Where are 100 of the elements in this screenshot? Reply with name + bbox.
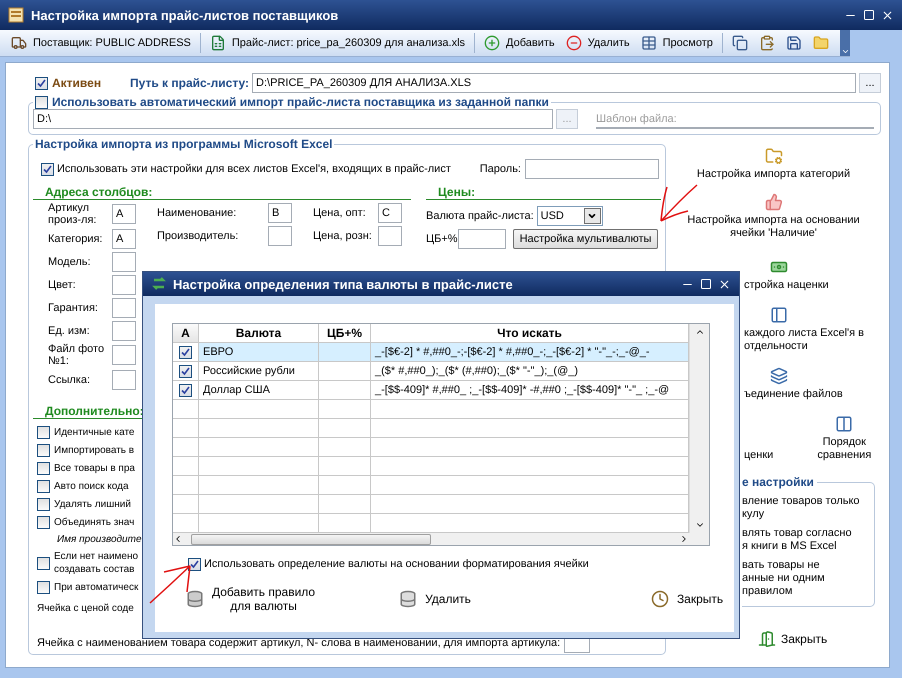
column-field[interactable] xyxy=(112,298,136,318)
checkbox[interactable] xyxy=(188,558,201,571)
checkbox[interactable] xyxy=(37,556,50,570)
checkbox-label: Если нет наимено создавать состав xyxy=(54,550,138,576)
column-field[interactable]: A xyxy=(112,204,136,224)
folder-gear-icon xyxy=(764,147,782,165)
field-label: Гарантия: xyxy=(48,302,99,314)
field-label: Файл фото №1: xyxy=(48,343,106,367)
table-cell: ЕВРО xyxy=(199,343,319,362)
grid-row[interactable]: ЕВРО _-[$€-2] * #,##0_-;-[$€-2] * #,##0_-;_-[$€-2] * "-"_-;_-@_- xyxy=(173,343,689,362)
maximize-icon[interactable] xyxy=(863,8,875,20)
column-field[interactable] xyxy=(112,370,136,390)
checkbox[interactable] xyxy=(37,462,50,475)
checkbox[interactable] xyxy=(35,96,48,108)
field-label: Артикул произ-ля: xyxy=(48,202,98,226)
action-button[interactable]: ценки xyxy=(742,447,776,464)
toolbar-button[interactable]: Удалить xyxy=(560,33,635,53)
folder-icon xyxy=(812,35,829,51)
table-cell xyxy=(319,343,371,362)
path-field[interactable]: D:\PRICE_PA_260309 ДЛЯ АНАЛИЗА.XLS xyxy=(252,73,856,93)
dialog-button[interactable]: Закрыть xyxy=(650,590,724,608)
section-title: Адреса столбцов: xyxy=(33,185,411,200)
action-button[interactable]: Порядок сравнения xyxy=(815,413,874,464)
checkbox[interactable] xyxy=(37,480,50,493)
close-icon[interactable] xyxy=(881,8,894,22)
column-field[interactable] xyxy=(112,252,136,272)
checkbox-label: Авто поиск кода xyxy=(54,480,129,493)
empty-cell xyxy=(319,438,371,457)
table-cell: _-[$$-409]* #,##0_ ;_-[$$-409]* -#,##0 ;_-[$$-409]* "-"_ ;_-@ xyxy=(371,381,689,400)
toolbar-button[interactable]: Добавить xyxy=(479,33,560,53)
empty-cell xyxy=(319,457,371,476)
grid-row[interactable]: Доллар США _-[$$-409]* #,##0_ ;_-[$$-409]* -#,##0 ;_-[$$-409]* "-"_ ;_-@ xyxy=(173,381,689,400)
close-icon[interactable] xyxy=(718,278,731,290)
field-label: Наименование: xyxy=(157,206,238,218)
column-field[interactable]: C xyxy=(378,202,402,222)
action-button[interactable]: ъединение файлов xyxy=(742,365,881,403)
column-field[interactable] xyxy=(378,226,402,246)
action-button[interactable]: каждого листа Excel'я в отдельности xyxy=(742,304,881,355)
option-text: вать товары не анные ни одним правилом xyxy=(742,559,826,598)
checkbox[interactable] xyxy=(37,444,50,457)
section-title: Цены: xyxy=(426,185,661,200)
browse-button[interactable]: ... xyxy=(859,73,881,93)
empty-cell xyxy=(173,495,199,514)
dialog-button[interactable]: Добавить правило для валюты xyxy=(186,585,316,613)
checkbox[interactable] xyxy=(179,346,192,358)
checkbox-label: Импортировать в xyxy=(54,444,134,457)
currency-select[interactable]: USD xyxy=(536,206,603,226)
toolbar-button[interactable]: Поставщик: PUBLIC ADDRESS xyxy=(6,33,196,53)
grid-row[interactable]: Российские рубли _($* #,##0_);_($* (#,##0);_($* "-"_);_(@_) xyxy=(173,362,689,381)
checkbox-label: Использовать определение валюты на основании форматирования ячейки xyxy=(204,558,589,571)
checkbox-label: Все товары в пра xyxy=(54,462,135,475)
column-field[interactable]: B xyxy=(268,202,292,222)
checkbox[interactable] xyxy=(179,364,192,378)
column-header[interactable]: А xyxy=(173,324,199,343)
field-label: Производитель: xyxy=(157,230,240,242)
field-label: Пароль: xyxy=(480,162,521,176)
empty-cell xyxy=(319,476,371,495)
folder-field[interactable]: D:\ xyxy=(33,109,553,129)
dialog-title: Настройка определения типа валюты в прайс-листе xyxy=(173,276,513,292)
checkbox[interactable] xyxy=(41,162,54,176)
checkbox[interactable] xyxy=(37,581,50,594)
vertical-scrollbar[interactable] xyxy=(689,324,709,533)
checkbox[interactable] xyxy=(179,384,192,396)
panel-icon xyxy=(770,306,788,324)
empty-cell xyxy=(319,419,371,438)
cb-field[interactable] xyxy=(458,229,506,249)
maximize-icon[interactable] xyxy=(700,278,712,290)
checkbox[interactable] xyxy=(35,76,48,90)
column-field[interactable] xyxy=(268,226,292,246)
field-label: Ссылка: xyxy=(48,374,91,386)
empty-cell xyxy=(319,495,371,514)
password-field[interactable] xyxy=(525,159,659,179)
column-field[interactable] xyxy=(112,320,136,340)
checkbox[interactable] xyxy=(37,516,50,529)
door-icon xyxy=(758,630,776,648)
group-title: Настройка импорта из программы Microsoft Excel xyxy=(35,137,332,151)
dialog-button[interactable]: Удалить xyxy=(399,590,471,608)
action-button[interactable]: Настройка импорта категорий xyxy=(666,145,881,183)
table-cell: Доллар США xyxy=(199,381,319,400)
checkbox[interactable] xyxy=(37,426,50,439)
field-label: Валюта прайс-листа: xyxy=(426,210,534,222)
checkbox[interactable] xyxy=(37,498,50,511)
close-button[interactable]: Закрыть xyxy=(752,629,834,649)
checkbox-label: Удалять лишний xyxy=(54,498,131,511)
toolbar-button[interactable]: Прайс-лист: price_pa_260309 для анализа.xls xyxy=(204,33,470,53)
horizontal-scrollbar[interactable] xyxy=(173,533,709,545)
action-button[interactable]: Настройка импорта на основании ячейки 'Наличие' xyxy=(666,191,881,242)
field-label: Ед. изм: xyxy=(48,324,91,336)
action-button[interactable]: стройка наценки xyxy=(742,256,881,294)
toolbar-button[interactable]: Просмотр xyxy=(636,33,718,53)
column-field[interactable]: A xyxy=(112,228,136,248)
multicurrency-button[interactable]: Настройка мультивалюты xyxy=(512,229,658,249)
empty-cell xyxy=(319,400,371,419)
table-icon xyxy=(640,35,657,51)
option-text: влять товар согласно я книги в MS Excel xyxy=(742,527,853,553)
table-cell: _($* #,##0_);_($* (#,##0);_($* "-"_);_(@_) xyxy=(371,362,689,381)
annotation-arrow xyxy=(149,565,191,604)
checkbox-label: Использовать эти настройки для всех листов Excel'я, входящих в прайс-лист xyxy=(57,162,451,176)
column-field[interactable] xyxy=(112,274,136,294)
column-field[interactable] xyxy=(112,345,136,365)
